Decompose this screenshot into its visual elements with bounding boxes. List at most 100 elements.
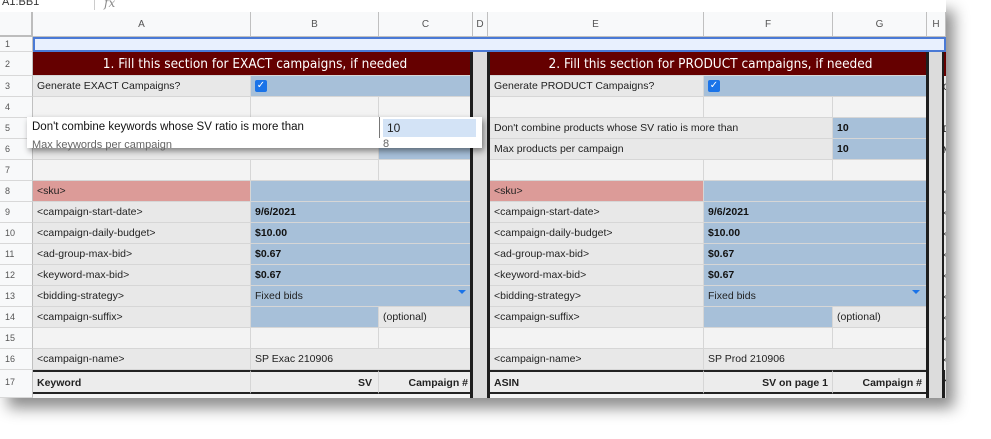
max-keywords-input[interactable]: 8 <box>383 138 389 150</box>
column-header-b[interactable]: B <box>251 12 379 37</box>
max-products-label: Max products per campaign <box>490 139 833 160</box>
row-header[interactable]: 12 <box>0 265 33 286</box>
combine-products-label: Don't combine products whose SV ratio is… <box>490 118 833 139</box>
select-all-corner[interactable] <box>0 12 33 37</box>
cell[interactable] <box>704 328 833 349</box>
row-header[interactable]: 7 <box>0 160 33 181</box>
row-header[interactable]: 15 <box>0 328 33 349</box>
row-header[interactable]: 14 <box>0 307 33 328</box>
start-date-label: <campaign-start-date> <box>490 202 704 223</box>
campaign-number-header: Campaign # <box>833 370 927 394</box>
campaign-name-value: SP Prod 210906 <box>704 349 927 370</box>
cell[interactable] <box>251 328 379 349</box>
campaign-suffix-input[interactable] <box>704 307 833 328</box>
generate-exact-label: Generate EXACT Campaigns? <box>33 76 251 97</box>
checkbox-checked-icon[interactable]: ✓ <box>255 79 267 92</box>
cell[interactable] <box>379 160 473 181</box>
row-header[interactable]: 1 <box>0 37 33 52</box>
sku-input-cell[interactable] <box>251 181 473 202</box>
ad-group-bid-input[interactable]: $0.67 <box>251 244 473 265</box>
bidding-strategy-label: <bidding-strategy> <box>490 286 704 307</box>
cell[interactable] <box>704 97 833 118</box>
row-header[interactable]: 17 <box>0 370 33 398</box>
daily-budget-input[interactable]: $10.00 <box>251 223 473 244</box>
keyword-bid-label: <keyword-max-bid> <box>490 265 704 286</box>
bidding-strategy-label: <bidding-strategy> <box>33 286 251 307</box>
campaign-name-label: <campaign-name> <box>33 349 251 370</box>
cell[interactable] <box>833 328 927 349</box>
column-header-g[interactable]: G <box>833 12 927 37</box>
row-header[interactable]: 4 <box>0 97 33 118</box>
column-header-d[interactable]: D <box>473 12 488 37</box>
bidding-strategy-value: Fixed bids <box>255 290 303 302</box>
row-header[interactable]: 2 <box>0 52 33 76</box>
start-date-input[interactable]: 9/6/2021 <box>251 202 473 223</box>
ad-group-bid-input[interactable]: $0.67 <box>704 244 927 265</box>
cell[interactable] <box>490 328 704 349</box>
daily-budget-label: <campaign-daily-budget> <box>33 223 251 244</box>
column-header-a[interactable]: A <box>33 12 251 37</box>
next-section-edge <box>944 76 946 370</box>
edge-letter: K <box>943 376 946 388</box>
cell[interactable] <box>33 160 251 181</box>
row-header[interactable]: 3 <box>0 76 33 97</box>
row-header[interactable]: 10 <box>0 223 33 244</box>
edge-letter: < <box>943 334 946 344</box>
edge-letter: C <box>943 82 946 94</box>
bidding-strategy-value: Fixed bids <box>708 290 756 302</box>
cell[interactable] <box>490 97 704 118</box>
combine-products-input[interactable]: 10 <box>833 118 927 139</box>
row-header[interactable]: 13 <box>0 286 33 307</box>
column-header-e[interactable]: E <box>488 12 704 37</box>
magnified-row-popup: Don't combine keywords whose SV ratio is… <box>27 117 482 151</box>
cell[interactable] <box>704 160 833 181</box>
row-header[interactable]: 11 <box>0 244 33 265</box>
edge-letter: D <box>943 124 946 136</box>
sku-input-cell[interactable] <box>704 181 927 202</box>
asin-column-header: ASIN <box>490 370 704 394</box>
keyword-bid-input[interactable]: $0.67 <box>251 265 473 286</box>
edge-letter: < <box>943 271 946 281</box>
bidding-strategy-select[interactable]: Fixed bids <box>251 286 473 307</box>
selected-range-row-1[interactable] <box>33 37 946 52</box>
cell-divider <box>379 117 380 138</box>
bidding-strategy-select[interactable]: Fixed bids <box>704 286 927 307</box>
column-header-h[interactable]: H <box>927 12 946 37</box>
cell[interactable] <box>379 97 473 118</box>
daily-budget-input[interactable]: $10.00 <box>704 223 927 244</box>
campaign-suffix-label: <campaign-suffix> <box>490 307 704 328</box>
max-products-input[interactable]: 10 <box>833 139 927 160</box>
dropdown-arrow-icon[interactable] <box>458 290 466 294</box>
separator-column <box>473 52 488 398</box>
cell[interactable] <box>33 328 251 349</box>
column-header-c[interactable]: C <box>379 12 473 37</box>
checkbox-checked-icon[interactable]: ✓ <box>708 79 720 92</box>
spreadsheet: A1:BB1 fx A B C D E F G H 1 2 3 4 5 6 7 … <box>0 0 946 398</box>
keyword-bid-input[interactable]: $0.67 <box>704 265 927 286</box>
row-header[interactable]: 9 <box>0 202 33 223</box>
section-border <box>470 52 473 398</box>
cell[interactable] <box>490 160 704 181</box>
row-header[interactable]: 8 <box>0 181 33 202</box>
generate-exact-checkbox-cell[interactable]: ✓ <box>251 76 473 97</box>
generate-product-checkbox-cell[interactable]: ✓ <box>704 76 927 97</box>
campaign-suffix-input[interactable] <box>251 307 379 328</box>
cell[interactable] <box>833 160 927 181</box>
edge-letter: M <box>943 145 946 157</box>
cell[interactable] <box>833 97 927 118</box>
keyword-column-header: Keyword <box>33 370 251 394</box>
row-header[interactable]: 16 <box>0 349 33 370</box>
cell[interactable] <box>33 97 251 118</box>
column-header-f[interactable]: F <box>704 12 833 37</box>
campaign-name-value: SP Exac 210906 <box>251 349 473 370</box>
cell[interactable] <box>251 97 379 118</box>
start-date-label: <campaign-start-date> <box>33 202 251 223</box>
name-box[interactable]: A1:BB1 <box>0 0 95 10</box>
cell[interactable] <box>379 328 473 349</box>
campaign-number-header: Campaign # <box>379 370 473 394</box>
product-section-title: 2. Fill this section for PRODUCT campaig… <box>490 52 927 76</box>
start-date-input[interactable]: 9/6/2021 <box>704 202 927 223</box>
combine-keywords-input[interactable]: 10 <box>383 119 476 137</box>
dropdown-arrow-icon[interactable] <box>912 290 920 294</box>
cell[interactable] <box>251 160 379 181</box>
